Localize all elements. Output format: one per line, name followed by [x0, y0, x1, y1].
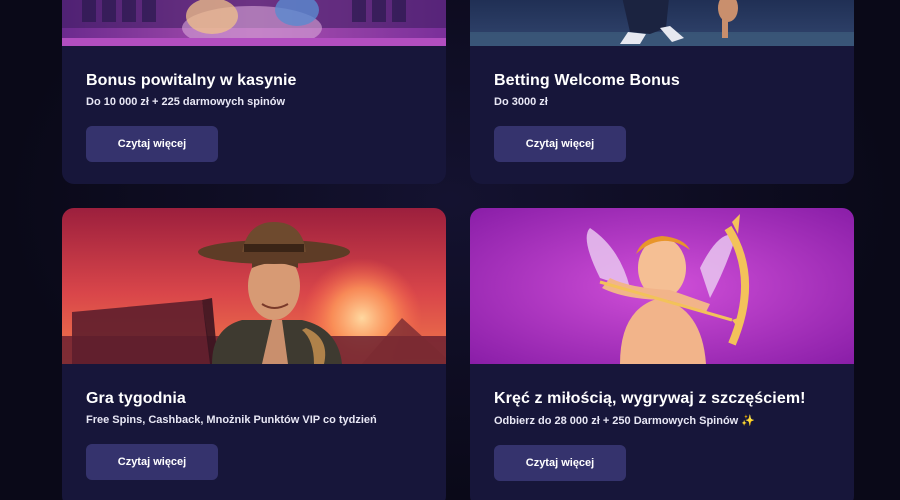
promo-title: Bonus powitalny w kasynie [86, 72, 297, 89]
read-more-button[interactable]: Czytaj więcej [86, 444, 218, 480]
promo-image-betting [470, 0, 854, 46]
promo-image-explorer [62, 208, 446, 364]
promo-image-casino [62, 0, 446, 46]
promo-card-spin-with-love: Kręć z miłością, wygrywaj z szczęściem! … [470, 208, 854, 500]
promo-subtitle: Free Spins, Cashback, Mnożnik Punktów VI… [86, 414, 377, 426]
read-more-button[interactable]: Czytaj więcej [494, 445, 626, 481]
read-more-button[interactable]: Czytaj więcej [86, 126, 218, 162]
promo-title: Betting Welcome Bonus [494, 72, 680, 89]
promo-subtitle: Do 10 000 zł + 225 darmowych spinów [86, 96, 285, 108]
promo-title: Gra tygodnia [86, 390, 186, 407]
promo-subtitle: Odbierz do 28 000 zł + 250 Darmowych Spi… [494, 415, 755, 427]
promo-card-casino-bonus: Bonus powitalny w kasynie Do 10 000 zł +… [62, 0, 446, 184]
read-more-button[interactable]: Czytaj więcej [494, 126, 626, 162]
promo-image-cupid [470, 208, 854, 364]
promo-card-game-of-week: Gra tygodnia Free Spins, Cashback, Mnożn… [62, 208, 446, 500]
promo-subtitle: Do 3000 zł [494, 96, 548, 108]
promo-title: Kręć z miłością, wygrywaj z szczęściem! [494, 390, 806, 407]
promotions-page: Bonus powitalny w kasynie Do 10 000 zł +… [0, 0, 900, 500]
promo-card-betting-bonus: Betting Welcome Bonus Do 3000 zł Czytaj … [470, 0, 854, 184]
